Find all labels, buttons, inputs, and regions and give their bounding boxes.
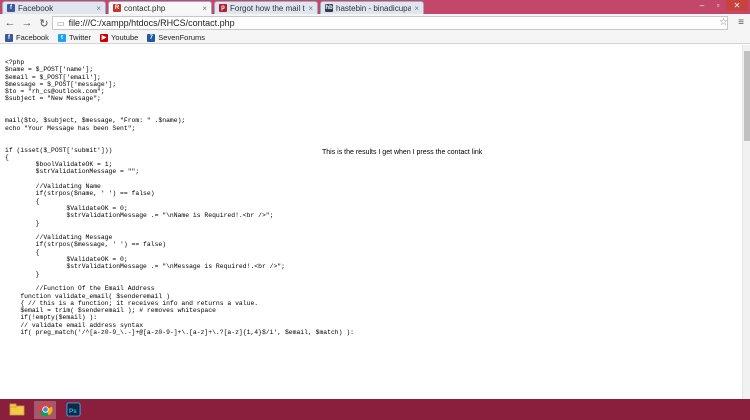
bookmark-twitter[interactable]: t Twitter <box>57 33 92 42</box>
bookmark-label: Twitter <box>68 33 92 42</box>
close-icon[interactable]: × <box>308 4 313 13</box>
bookmark-label: Youtube <box>111 33 139 42</box>
bookmark-sevenforums[interactable]: 7 SevenForums <box>147 33 205 42</box>
bookmark-star-icon[interactable]: ☆ <box>719 17 728 28</box>
photoshop-icon: Ps <box>65 402 81 417</box>
chrome-icon <box>38 402 52 417</box>
taskbar-explorer[interactable] <box>6 401 28 419</box>
vertical-scrollbar[interactable] <box>742 45 750 399</box>
annotation-text: This is the results I get when I press t… <box>322 149 483 156</box>
tab-strip: f Facebook × R contact.php × p Forgot ho… <box>0 0 750 14</box>
tab-hastebin[interactable]: hb hastebin - binadicupa × <box>320 1 424 14</box>
close-icon[interactable]: × <box>414 4 419 13</box>
url-text: file:///C:/xampp/htdocs/RHCS/contact.php <box>68 18 235 28</box>
facebook-icon: f <box>7 4 15 12</box>
tab-forgot[interactable]: p Forgot how the mail to fu × <box>214 1 318 14</box>
tab-label: Facebook <box>18 3 54 13</box>
page-icon: R <box>113 4 121 12</box>
bookmark-label: Facebook <box>16 33 49 42</box>
file-explorer-icon <box>9 403 25 416</box>
bookmark-youtube[interactable]: ▶ Youtube <box>100 33 138 42</box>
scrollbar-thumb[interactable] <box>744 51 750 141</box>
php-source-text: <?php $name = $_POST['name']; $email = $… <box>5 59 354 336</box>
toolbar: ← → ↻ ▭ file:///C:/xampp/htdocs/RHCS/con… <box>0 14 750 32</box>
sevenforums-icon: 7 <box>147 33 156 42</box>
window-close-icon[interactable]: ✕ <box>726 0 748 11</box>
reload-icon[interactable]: ↻ <box>37 16 51 30</box>
document-icon: ▭ <box>57 18 65 28</box>
bookmarks-bar: f Facebook t Twitter ▶ Youtube 7 SevenFo… <box>0 32 750 44</box>
bookmark-facebook[interactable]: f Facebook <box>5 33 49 42</box>
forward-icon[interactable]: → <box>20 16 34 30</box>
page-content: <?php $name = $_POST['name']; $email = $… <box>0 45 742 399</box>
close-icon[interactable]: × <box>96 4 101 13</box>
tab-facebook[interactable]: f Facebook × <box>2 1 106 14</box>
forum-icon: p <box>219 4 227 12</box>
youtube-icon: ▶ <box>100 33 109 42</box>
menu-icon[interactable]: ≡ <box>738 17 744 28</box>
taskbar-photoshop[interactable]: Ps <box>62 401 84 419</box>
bookmark-label: SevenForums <box>158 33 205 42</box>
facebook-icon: f <box>5 33 13 42</box>
tab-label: hastebin - binadicupa <box>336 3 412 13</box>
twitter-icon: t <box>57 33 66 42</box>
close-icon[interactable]: × <box>202 4 207 13</box>
tab-label: Forgot how the mail to fu <box>230 3 305 13</box>
minimize-icon[interactable]: – <box>694 0 710 11</box>
taskbar: Ps <box>0 399 750 420</box>
address-bar[interactable]: ▭ file:///C:/xampp/htdocs/RHCS/contact.p… <box>52 16 728 30</box>
taskbar-chrome[interactable] <box>34 400 56 419</box>
back-icon[interactable]: ← <box>3 16 17 30</box>
window-controls: – ▫ ✕ <box>694 0 748 11</box>
tab-label: contact.php <box>124 3 166 13</box>
maximize-icon[interactable]: ▫ <box>710 0 726 11</box>
hastebin-icon: hb <box>325 4 333 12</box>
tab-contact[interactable]: R contact.php × <box>108 1 212 14</box>
svg-text:Ps: Ps <box>68 408 76 415</box>
